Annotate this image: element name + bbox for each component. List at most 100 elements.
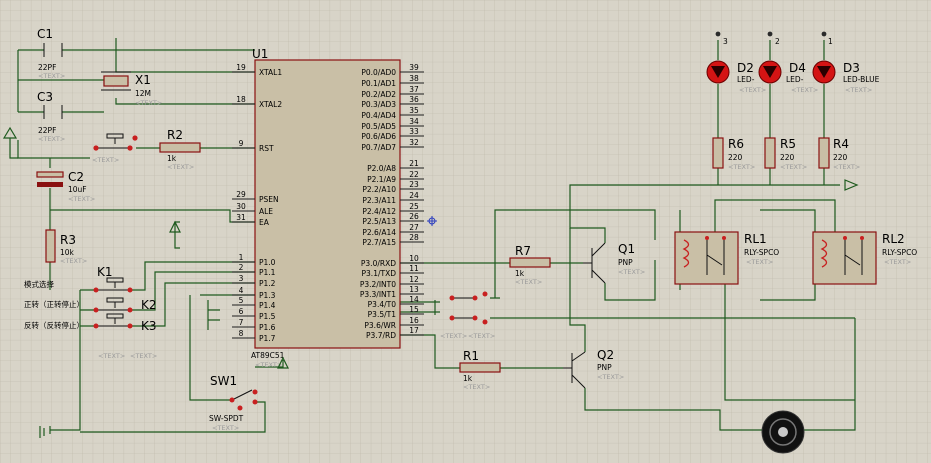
d3-ref: D3 — [843, 61, 860, 75]
rl1-part: RLY-SPCO — [744, 248, 779, 257]
c3-value: 22PF — [38, 126, 56, 135]
mcu-right-pin-number: 36 — [409, 95, 419, 104]
mcu-right-pin-name: P2.5/A13 — [362, 217, 396, 226]
mcu-right-pin-name: P2.7/A15 — [362, 238, 396, 247]
r7-value: 1k — [515, 269, 525, 278]
x1-value: 12M — [135, 89, 151, 98]
mcu-left-pin-name: P1.6 — [259, 323, 276, 332]
r6-value: 220 — [728, 153, 743, 162]
mcu-left-pin-name: P1.7 — [259, 334, 276, 343]
mcu-right-pin-number: 38 — [409, 74, 419, 83]
c1-text: <TEXT> — [38, 72, 65, 80]
mcu-left-pin-number: 19 — [236, 63, 246, 72]
mcu-right-pin-name: P3.0/RXD — [361, 259, 396, 268]
mcu-right-pin-name: P2.2/A10 — [362, 185, 396, 194]
r5-text: <TEXT> — [780, 163, 807, 171]
mcu-right-pin-name: P0.1/AD1 — [361, 79, 396, 88]
rl1-text: <TEXT> — [746, 258, 773, 266]
c2-text: <TEXT> — [68, 195, 95, 203]
motor[interactable] — [761, 410, 805, 454]
mcu-right-pin-name: P3.5/T1 — [368, 310, 397, 319]
mcu-right-pin-name: P3.3/INT1 — [360, 290, 396, 299]
mcu-right-pin-name: P2.0/A8 — [367, 164, 396, 173]
d3-text: <TEXT> — [845, 86, 872, 94]
sw1-ref: SW1 — [210, 374, 237, 388]
u1-part: AT89C51 — [251, 351, 285, 360]
r2-ref: R2 — [167, 128, 183, 142]
q2-part: PNP — [597, 363, 612, 372]
c1-ref: C1 — [37, 27, 53, 41]
sw1-part: SW-SPDT — [209, 414, 244, 423]
mcu-left-pin-number: 29 — [236, 190, 246, 199]
mcu-right-pin-name: P3.7/RD — [366, 331, 396, 340]
p3-switch-text-b: <TEXT> — [468, 332, 495, 340]
mcu-left-pin-number: 7 — [239, 318, 244, 327]
d2-pin: 3 — [723, 37, 728, 46]
mcu-left-pin-name: P1.4 — [259, 301, 276, 310]
c2-value: 10uF — [68, 185, 87, 194]
d4-pin: 2 — [775, 37, 780, 46]
rl2-part: RLY-SPCO — [882, 248, 917, 257]
r5-label: R5 — [780, 137, 796, 151]
mcu-right-pin-name: P2.6/A14 — [362, 228, 396, 237]
k1-label: 模式选择 — [24, 279, 54, 289]
mcu-right-pin-number: 15 — [409, 305, 419, 314]
mcu-right-pin-name: P3.6/WR — [364, 321, 396, 330]
r2-value: 1k — [167, 154, 177, 163]
mcu-left-pin-name: EA — [259, 218, 270, 227]
mcu-u1[interactable]: U1 AT89C51 <TEXT> 19XTAL118XTAL29RST29PS… — [232, 47, 424, 369]
d2-text: <TEXT> — [739, 86, 766, 94]
mcu-right-pin-number: 14 — [409, 295, 419, 304]
mcu-left-pin-name: ALE — [259, 207, 273, 216]
mcu-right-pin-number: 10 — [409, 254, 419, 263]
r5-value: 220 — [780, 153, 795, 162]
d2-part: LED- — [737, 75, 755, 84]
q1-part: PNP — [618, 258, 633, 267]
mcu-right-pin-number: 12 — [409, 275, 419, 284]
d4-ref: D4 — [789, 61, 806, 75]
mcu-left-pin-number: 30 — [236, 202, 246, 211]
k2-ref: K2 — [141, 298, 157, 312]
mcu-left-pin-name: XTAL1 — [259, 68, 282, 77]
mcu-left-pin-number: 8 — [239, 329, 244, 338]
d3-pin: 1 — [828, 37, 833, 46]
k2-label: 正转（正转停止） — [24, 299, 84, 309]
k1-ref: K1 — [97, 265, 113, 279]
mcu-right-pin-number: 21 — [409, 159, 419, 168]
mcu-right-pin-number: 23 — [409, 180, 419, 189]
mcu-left-pin-number: 9 — [239, 139, 244, 148]
mcu-right-pin-number: 37 — [409, 85, 419, 94]
mcu-left-pin-name: P1.5 — [259, 312, 276, 321]
keys-text-b: <TEXT> — [130, 352, 157, 360]
mcu-right-pin-name: P2.3/A11 — [362, 196, 396, 205]
schematic-canvas[interactable]: C1 22PF <TEXT> C3 22PF <TEXT> X1 12M <TE… — [0, 0, 931, 463]
c2-ref: C2 — [68, 170, 84, 184]
mcu-left-pin-name: RST — [259, 144, 274, 153]
mcu-right-pin-name: P2.1/A9 — [367, 175, 396, 184]
mcu-right-pin-number: 11 — [409, 264, 419, 273]
keys-text-a: <TEXT> — [98, 352, 125, 360]
mcu-right-pin-number: 27 — [409, 223, 419, 232]
mcu-right-pin-number: 32 — [409, 138, 419, 147]
mcu-left-pin-number: 2 — [239, 263, 244, 272]
c3-text: <TEXT> — [38, 135, 65, 143]
r4-text: <TEXT> — [833, 163, 860, 171]
mcu-left-pin-name: P1.3 — [259, 291, 276, 300]
mcu-right-pin-number: 39 — [409, 63, 419, 72]
mcu-right-pin-number: 35 — [409, 106, 419, 115]
r4-label: R4 — [833, 137, 849, 151]
c3-ref: C3 — [37, 90, 53, 104]
p3-switch-text-a: <TEXT> — [440, 332, 467, 340]
mcu-right-pin-number: 33 — [409, 127, 419, 136]
r1-value: 1k — [463, 374, 473, 383]
d4-text: <TEXT> — [791, 86, 818, 94]
mcu-right-pin-name: P3.1/TXD — [362, 269, 397, 278]
k3-label: 反转（反转停止） — [24, 320, 84, 330]
mcu-right-pin-number: 16 — [409, 316, 419, 325]
u1-ref: U1 — [252, 47, 268, 61]
sw1-text: <TEXT> — [212, 424, 239, 432]
r6-label: R6 — [728, 137, 744, 151]
r3-ref: R3 — [60, 233, 76, 247]
q1-ref: Q1 — [618, 242, 635, 256]
x1-ref: X1 — [135, 73, 151, 87]
